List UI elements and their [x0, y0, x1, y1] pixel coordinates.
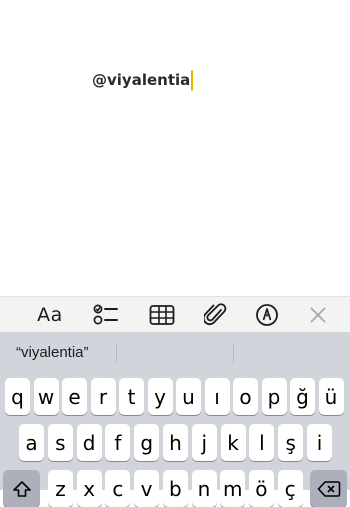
key-k[interactable]: k	[220, 424, 246, 461]
text-cursor	[191, 69, 194, 91]
shift-arrow-icon	[12, 480, 31, 497]
close-toolbar-button[interactable]	[303, 300, 333, 330]
key-s[interactable]: s	[47, 424, 73, 461]
key-ğ[interactable]: ğ	[290, 378, 315, 415]
suggestion-divider	[116, 343, 117, 363]
key-ı[interactable]: ı	[204, 378, 230, 415]
attachment-button[interactable]	[201, 300, 231, 330]
key-q[interactable]: q	[5, 378, 30, 415]
key-a[interactable]: a	[19, 424, 44, 461]
key-w[interactable]: w	[33, 378, 59, 415]
key-f[interactable]: f	[105, 424, 131, 461]
key-ü[interactable]: ü	[318, 378, 344, 415]
key-j[interactable]: j	[191, 424, 217, 461]
key-i[interactable]: i	[307, 424, 332, 461]
key-p[interactable]: p	[261, 378, 287, 415]
checklist-button[interactable]	[91, 300, 121, 330]
key-e[interactable]: e	[62, 378, 87, 415]
table-button[interactable]	[147, 300, 177, 330]
note-editor[interactable]: @viyalentia	[0, 0, 350, 296]
note-text: @viyalentia	[92, 71, 191, 89]
key-l[interactable]: l	[249, 424, 275, 461]
key-t[interactable]: t	[119, 378, 144, 415]
key-r[interactable]: r	[90, 378, 116, 415]
key-h[interactable]: h	[163, 424, 188, 461]
suggestion-divider	[233, 343, 234, 363]
markup-button[interactable]	[252, 300, 282, 330]
key-x[interactable]: x	[76, 470, 102, 507]
note-body[interactable]: @viyalentia	[92, 69, 194, 91]
paperclip-icon	[204, 303, 227, 326]
key-u[interactable]: u	[176, 378, 201, 415]
key-z[interactable]: z	[48, 470, 73, 507]
format-button[interactable]: Aa	[35, 300, 65, 330]
format-label: Aa	[37, 304, 63, 326]
backspace-icon	[317, 480, 340, 497]
key-ş[interactable]: ş	[278, 424, 304, 461]
key-v[interactable]: v	[134, 470, 160, 507]
key-m[interactable]: m	[220, 470, 246, 507]
predictive-bar: “viyalentia”	[0, 332, 350, 374]
table-icon	[149, 305, 175, 325]
keyboard: “viyalentia” qwertyuıopğü asdfghjklşi zx…	[0, 332, 350, 507]
close-icon	[310, 307, 326, 323]
key-o[interactable]: o	[233, 378, 258, 415]
key-ö[interactable]: ö	[248, 470, 274, 507]
key-y[interactable]: y	[147, 378, 173, 415]
checklist-icon	[93, 304, 118, 325]
key-b[interactable]: b	[162, 470, 188, 507]
key-n[interactable]: n	[191, 470, 217, 507]
key-ç[interactable]: ç	[277, 470, 303, 507]
markup-pen-icon	[256, 304, 278, 326]
shift-key[interactable]	[3, 470, 40, 507]
key-g[interactable]: g	[134, 424, 160, 461]
key-d[interactable]: d	[76, 424, 102, 461]
key-c[interactable]: c	[105, 470, 131, 507]
formatting-toolbar: Aa	[0, 296, 350, 332]
delete-key[interactable]	[310, 470, 347, 507]
suggestion-item[interactable]: “viyalentia”	[16, 344, 89, 361]
